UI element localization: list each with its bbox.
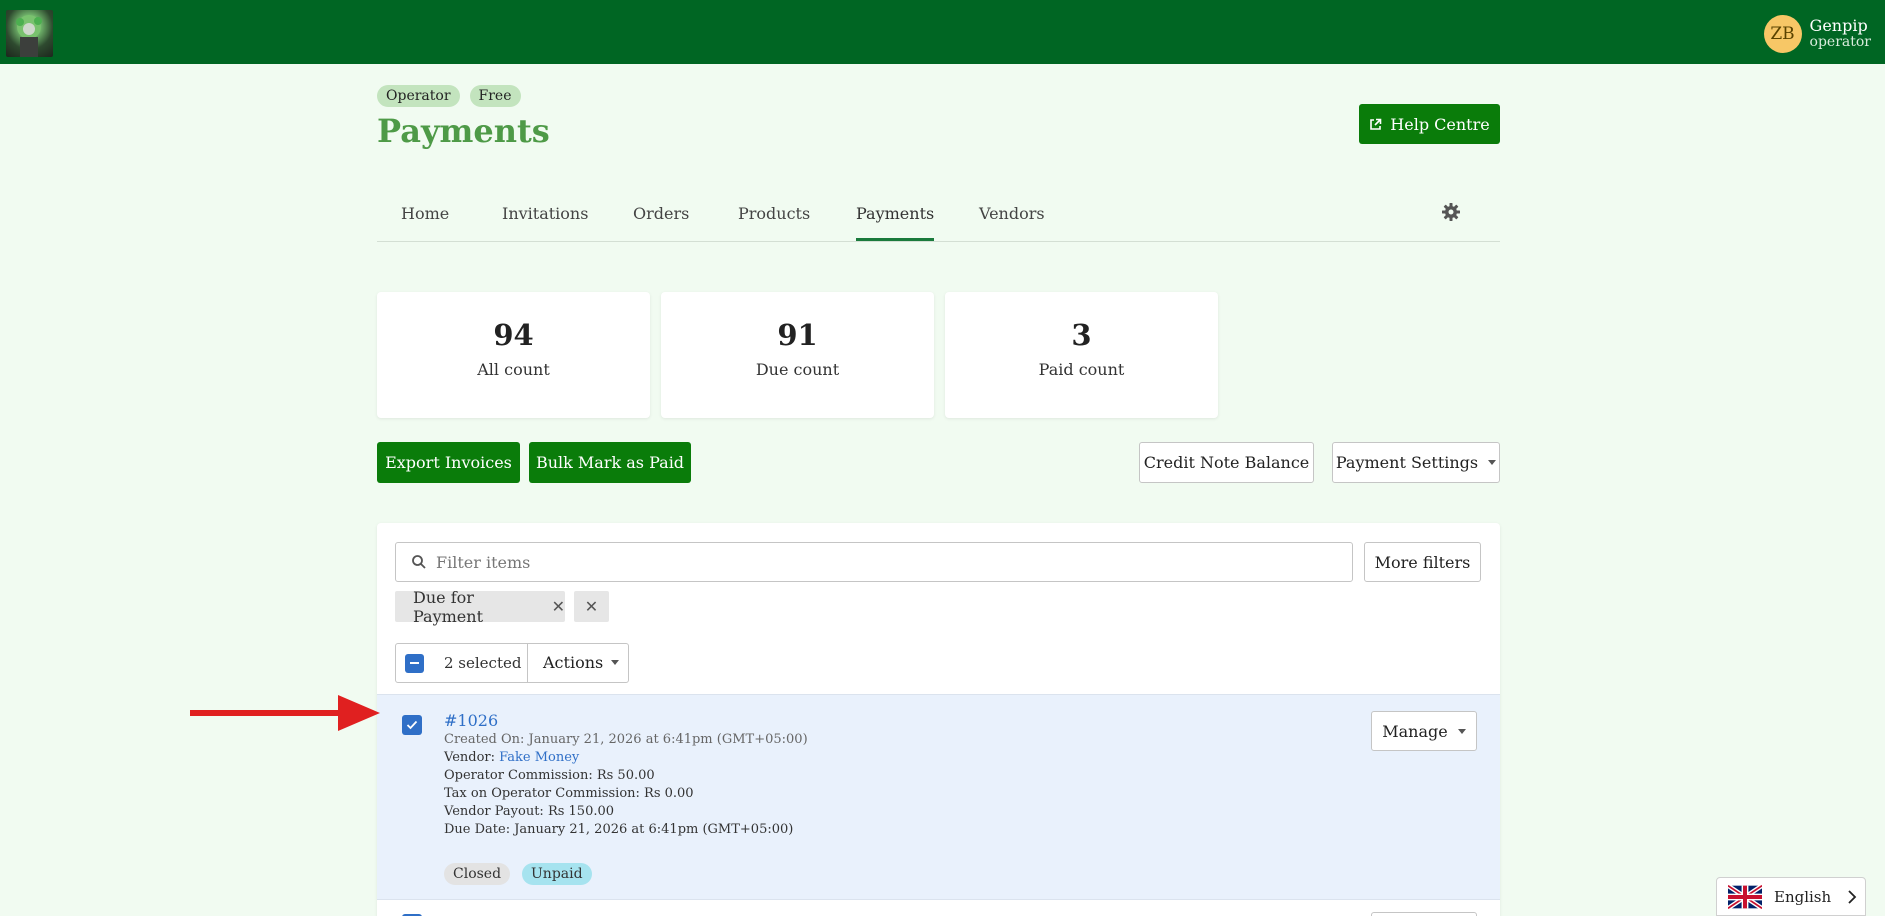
manage-dropdown[interactable] [1371, 912, 1477, 916]
close-icon[interactable]: ✕ [552, 597, 565, 616]
top-bar: ZB Genpip operator [0, 0, 1885, 64]
page-title: Payments [377, 112, 550, 150]
manage-dropdown[interactable]: Manage [1371, 711, 1477, 751]
tab-vendors[interactable]: Vendors [979, 204, 1045, 241]
row-checkbox[interactable] [402, 715, 422, 735]
divider [527, 644, 528, 682]
created-on: Created On: January 21, 2026 at 6:41pm (… [444, 732, 808, 747]
tab-invitations[interactable]: Invitations [502, 204, 588, 241]
external-link-icon [1370, 118, 1382, 130]
tab-home[interactable]: Home [401, 204, 449, 241]
list-item: #1026 Created On: January 21, 2026 at 6:… [377, 694, 1500, 900]
user-role: operator [1809, 34, 1871, 50]
vendor-line: Vendor: Fake Money [444, 749, 808, 767]
language-label: English [1774, 887, 1832, 906]
chevron-down-icon [1488, 460, 1497, 465]
actions-dropdown[interactable]: Actions [543, 653, 620, 672]
payment-id-link[interactable]: #1026 [444, 711, 498, 730]
selected-count: 2 selected [444, 654, 522, 672]
actions-label: Actions [543, 653, 604, 672]
close-icon: ✕ [584, 597, 599, 616]
role-badge: Operator [377, 85, 460, 107]
operator-commission: Operator Commission: Rs 50.00 [444, 768, 655, 783]
tab-products[interactable]: Products [738, 204, 810, 241]
export-invoices-button[interactable]: Export Invoices [377, 442, 520, 483]
tax-commission: Tax on Operator Commission: Rs 0.00 [444, 786, 694, 801]
filter-input[interactable] [436, 552, 1316, 572]
due-date: Due Date: January 21, 2026 at 6:41pm (GM… [444, 822, 794, 837]
payment-settings-dropdown[interactable]: Payment Settings [1332, 442, 1500, 483]
credit-note-label: Credit Note Balance [1143, 453, 1310, 472]
select-all-checkbox[interactable] [405, 653, 424, 673]
app-logo[interactable] [6, 10, 53, 57]
arrow-annotation-icon [190, 695, 380, 731]
chevron-down-icon [611, 660, 620, 665]
language-selector[interactable]: English [1716, 877, 1866, 916]
stat-label: All count [477, 360, 550, 379]
status-badge-closed: Closed [444, 863, 511, 885]
stat-paid-count[interactable]: 3 Paid count [945, 292, 1218, 418]
stat-value: 91 [777, 318, 818, 352]
vendor-link[interactable]: Fake Money [499, 750, 579, 765]
stat-value: 94 [493, 318, 534, 352]
filter-chip-due: Due for Payment ✕ [395, 588, 565, 626]
stat-label: Due count [755, 360, 840, 379]
stat-due-count[interactable]: 91 Due count [661, 292, 934, 418]
status-badge-unpaid: Unpaid [522, 863, 592, 885]
manage-label: Manage [1382, 721, 1448, 741]
help-centre-button[interactable]: Help Centre [1359, 104, 1500, 144]
user-menu[interactable]: ZB Genpip operator [1763, 14, 1871, 54]
vendor-payout: Vendor Payout: Rs 150.00 [444, 804, 615, 819]
settings-gear-icon[interactable] [1441, 202, 1461, 222]
help-centre-label: Help Centre [1390, 114, 1490, 134]
credit-note-balance-button[interactable]: Credit Note Balance [1139, 442, 1314, 483]
search-icon [412, 555, 426, 569]
payments-list-card: More filters Due for Payment ✕ ✕ 2 selec… [377, 523, 1500, 916]
stat-value: 3 [1071, 318, 1092, 352]
indeterminate-icon [410, 662, 419, 664]
payment-details: Created On: January 21, 2026 at 6:41pm (… [444, 731, 808, 839]
checkmark-icon [406, 720, 418, 730]
filter-chip-label: Due for Payment [413, 587, 483, 626]
vendor-label: Vendor: [444, 750, 500, 765]
avatar[interactable]: ZB [1763, 15, 1802, 53]
tab-orders[interactable]: Orders [633, 204, 689, 241]
nav-tabs: Home Invitations Orders Products Payment… [377, 192, 1500, 242]
tab-payments[interactable]: Payments [856, 204, 935, 241]
payment-settings-label: Payment Settings [1335, 453, 1479, 472]
user-name: Genpip [1809, 16, 1868, 35]
plan-badge: Free [469, 85, 521, 107]
bulk-selection-bar: 2 selected Actions [395, 643, 629, 683]
chevron-down-icon [1457, 728, 1466, 734]
chevron-right-icon [1848, 889, 1857, 904]
more-filters-button[interactable]: More filters [1364, 542, 1481, 582]
filter-search[interactable] [395, 542, 1353, 582]
bulk-mark-paid-button[interactable]: Bulk Mark as Paid [529, 442, 691, 483]
stat-label: Paid count [1038, 360, 1125, 379]
clear-filters-button[interactable]: ✕ [574, 591, 609, 622]
stat-all-count[interactable]: 94 All count [377, 292, 650, 418]
plan-badges: Operator Free [377, 85, 521, 107]
uk-flag-icon [1728, 884, 1762, 909]
